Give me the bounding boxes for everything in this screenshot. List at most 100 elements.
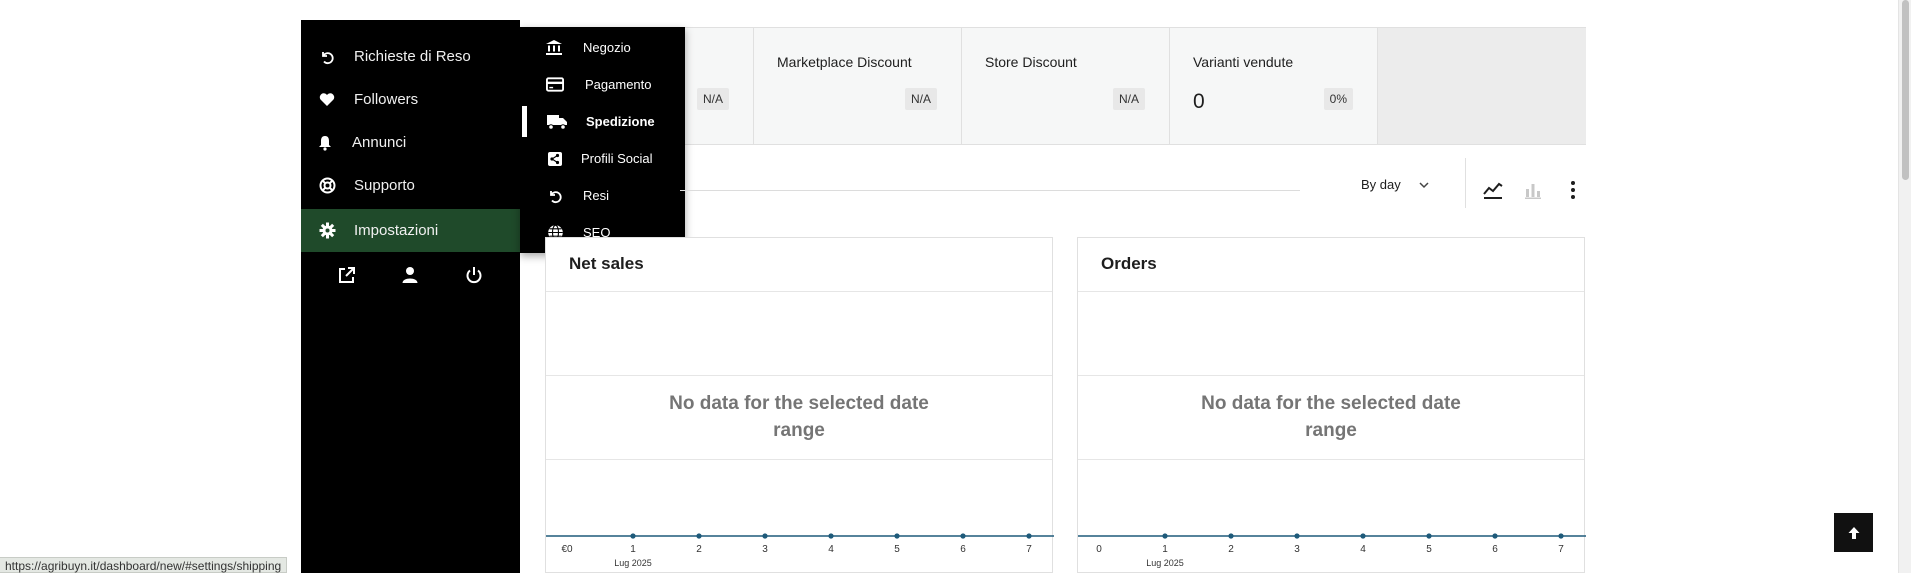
settings-submenu: Negozio Pagamento Spedizione Profili Soc… [520,27,685,253]
submenu-item-shipping[interactable]: Spedizione [520,103,685,140]
interval-label: By day [1361,176,1401,192]
sidebar-item-label: Impostazioni [354,222,439,239]
stat-card-empty [1378,28,1586,144]
empty-state-message: No data for the selected date range [1201,393,1461,441]
gear-icon [317,221,337,241]
power-icon[interactable] [463,264,485,286]
stat-delta: N/A [696,88,729,110]
x-tick-label: 2 [1228,544,1234,555]
sidebar-item-label: Annunci [352,134,407,151]
card-divider [546,291,1052,292]
stat-title: Store Discount [985,54,1077,70]
chart-title: Net sales [569,254,644,273]
x-tick-label: 0 [1096,544,1102,555]
sidebar-item-support[interactable]: Supporto [301,164,520,207]
x-tick-label: 6 [960,544,966,555]
chart-axis: €0 1 2 3 4 5 6 7 Lug 2025 [546,533,1054,568]
grid-line [546,459,1052,460]
data-point [828,533,834,539]
credit-card-icon [546,76,564,94]
grid-line [1078,459,1584,460]
chevron-down-icon [1419,177,1429,192]
stats-row: N/A Marketplace Discount N/A Store Disco… [545,27,1586,145]
stat-card-store-discount[interactable]: Store Discount N/A [962,28,1170,144]
data-point [1360,533,1366,539]
card-divider [1078,291,1584,292]
stat-card-marketplace-discount[interactable]: Marketplace Discount N/A [754,28,962,144]
chart-card-orders: Orders No data for the selected date ran… [1077,237,1586,573]
data-point [1294,533,1300,539]
page-scrollbar[interactable] [1898,0,1911,573]
stat-title: Varianti vendute [1193,54,1294,70]
x-tick-label: 3 [1294,544,1300,555]
data-point [1426,533,1432,539]
empty-state-message: No data for the selected date range [669,393,929,441]
data-point [1162,533,1168,539]
status-bar-url: https://agribuyn.it/dashboard/new/#setti… [0,557,288,573]
interval-select[interactable]: By day [1361,172,1451,196]
sidebar-item-followers[interactable]: Followers [301,78,520,121]
user-icon[interactable] [399,264,421,286]
stat-delta: N/A [904,88,937,110]
line-chart-icon[interactable] [1481,178,1505,202]
grid-line [546,375,1052,376]
submenu-item-label: Spedizione [586,114,655,129]
x-tick-label: 6 [1492,544,1498,555]
data-point [960,533,966,539]
stat-delta: N/A [1112,88,1145,110]
x-tick-label: €0 [561,544,573,555]
x-tick-label: 3 [762,544,768,555]
x-tick-label: 7 [1558,544,1564,555]
sidebar-footer [301,255,520,295]
submenu-item-shop[interactable]: Negozio [520,29,685,66]
sidebar-item-return-requests[interactable]: Richieste di Reso [301,35,520,78]
bell-icon [315,133,335,153]
sidebar-item-announcements[interactable]: Annunci [301,121,520,164]
undo-icon [546,187,564,205]
submenu-item-label: Negozio [583,40,631,55]
share-icon [546,150,564,168]
data-point [894,533,900,539]
undo-icon [317,47,337,67]
stat-value: 0 [1193,90,1205,113]
chart-title: Orders [1101,254,1157,273]
lifebuoy-icon [317,176,337,196]
heart-icon [317,90,337,110]
data-point [1492,533,1498,539]
x-tick-label: 4 [828,544,834,555]
submenu-item-label: Pagamento [585,77,652,92]
arrow-up-icon [1848,526,1859,539]
stat-card-variants-sold[interactable]: Varianti vendute 0 0% [1170,28,1378,144]
stat-delta: 0% [1323,88,1353,110]
x-tick-label: 1 [1162,544,1168,555]
scrollbar-thumb[interactable] [1902,0,1909,180]
x-tick-label: 1 [630,544,636,555]
x-tick-label: 5 [1426,544,1432,555]
submenu-item-social-profiles[interactable]: Profili Social [520,140,685,177]
data-point [1026,533,1032,539]
toolbar-separator [1465,158,1466,208]
data-point [1228,533,1234,539]
section-divider [680,190,1300,191]
submenu-item-label: Resi [583,188,610,203]
data-point [696,533,702,539]
data-point [630,533,636,539]
submenu-item-payment[interactable]: Pagamento [520,66,685,103]
submenu-item-label: Profili Social [581,151,653,166]
data-point [762,533,768,539]
x-axis-caption: Lug 2025 [1146,558,1184,568]
submenu-item-returns[interactable]: Resi [520,177,685,214]
sidebar-item-settings[interactable]: Impostazioni [301,209,532,252]
sidebar-item-label: Supporto [354,177,415,194]
x-axis-caption: Lug 2025 [614,558,652,568]
more-options-icon[interactable] [1561,178,1585,202]
bar-chart-icon[interactable] [1521,178,1545,202]
truck-icon [546,113,568,131]
chart-card-net-sales: Net sales No data for the selected date … [545,237,1054,573]
x-tick-label: 4 [1360,544,1366,555]
stat-title: Marketplace Discount [777,54,912,70]
external-link-icon[interactable] [336,264,358,286]
sidebar: Richieste di Reso Followers Annunci Supp… [301,20,532,573]
back-to-top-button[interactable] [1834,513,1873,552]
chart-axis: 0 1 2 3 4 5 6 7 Lug 2025 [1078,533,1586,568]
